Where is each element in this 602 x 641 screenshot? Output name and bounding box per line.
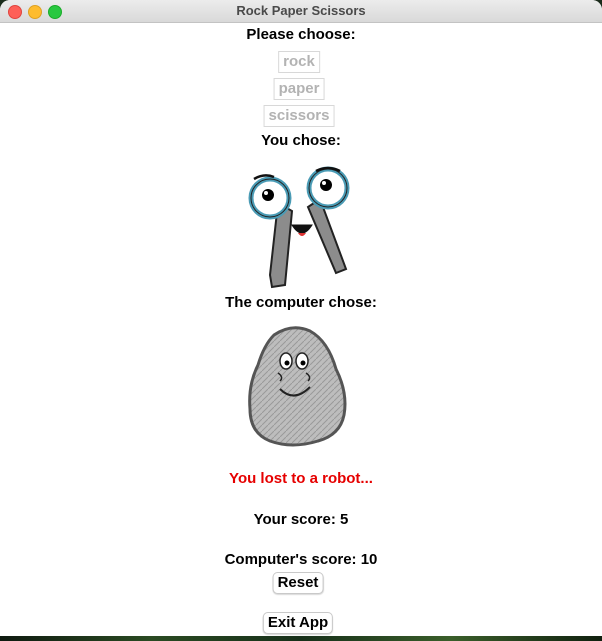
your-score: Your score: 5: [253, 511, 349, 528]
computer-score: Computer's score: 10: [224, 551, 378, 568]
result-message: You lost to a robot...: [229, 470, 373, 487]
reset-button[interactable]: Reset: [272, 572, 324, 594]
desktop-background: [0, 636, 602, 641]
maximize-window-button[interactable]: [48, 5, 62, 19]
computer-chose-label: The computer chose:: [225, 294, 377, 311]
close-window-button[interactable]: [8, 5, 22, 19]
choose-prompt-label: Please choose:: [246, 26, 356, 43]
rock-icon: [248, 326, 347, 447]
you-chose-label: You chose:: [261, 132, 341, 149]
app-window: Rock Paper Scissors Please choose: rock …: [0, 0, 602, 636]
scissors-button[interactable]: scissors: [263, 105, 335, 127]
main-content: Please choose: rock paper scissors You c…: [0, 23, 602, 636]
title-bar: Rock Paper Scissors: [0, 0, 602, 23]
scissors-mouth: [291, 224, 313, 234]
scissors-blade-right: [306, 197, 348, 275]
paper-button[interactable]: paper: [273, 78, 325, 100]
rock-button[interactable]: rock: [278, 51, 320, 73]
exit-app-button[interactable]: Exit App: [262, 612, 334, 634]
window-title: Rock Paper Scissors: [236, 3, 366, 18]
scissors-icon: [248, 166, 350, 289]
scissors-tongue: [298, 233, 306, 236]
minimize-window-button[interactable]: [28, 5, 42, 19]
rock-body: [248, 326, 347, 447]
